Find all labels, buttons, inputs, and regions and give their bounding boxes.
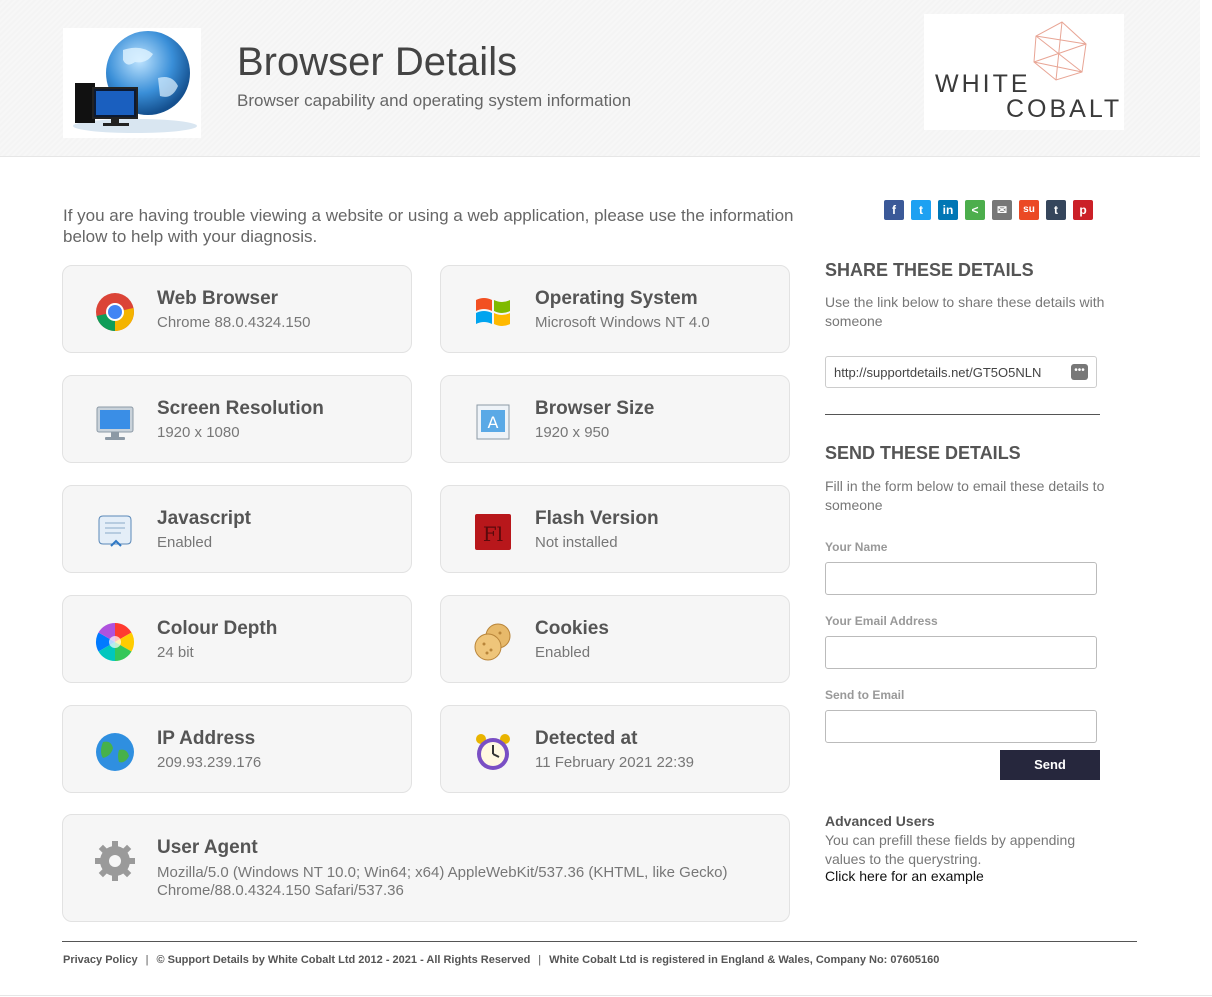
- cookie-icon: [474, 623, 511, 661]
- advanced-users-text: You can prefill these fields by appendin…: [825, 832, 1076, 867]
- share-icon[interactable]: <: [965, 200, 985, 220]
- card-value: Mozilla/5.0 (Windows NT 10.0; Win64; x64…: [157, 864, 728, 899]
- flash-icon: Fl: [475, 514, 511, 550]
- card-value: Not installed: [535, 534, 618, 551]
- pinterest-icon[interactable]: p: [1073, 200, 1093, 220]
- footer: Privacy Policy | © Support Details by Whit…: [63, 954, 939, 966]
- share-heading: SHARE THESE DETAILS: [825, 260, 1034, 280]
- card-value: Enabled: [535, 644, 591, 661]
- example-link[interactable]: Click here for an example: [825, 868, 984, 884]
- svg-text:A: A: [488, 413, 499, 432]
- footer-separator: |: [145, 954, 149, 966]
- card-title: Detected at: [535, 728, 638, 749]
- card-title: Browser Size: [535, 398, 655, 419]
- privacy-policy-link[interactable]: Privacy Policy: [63, 954, 138, 966]
- alarm-clock-icon: [476, 734, 510, 770]
- advanced-users-heading: Advanced Users: [825, 813, 935, 829]
- card-value: 209.93.239.176: [157, 754, 262, 771]
- more-options-icon[interactable]: •••: [1071, 364, 1088, 380]
- page-header: Browser Details Browser capability and o…: [0, 0, 1200, 157]
- sidebar-divider: [825, 414, 1100, 415]
- page-subtitle: Browser capability and operating system …: [237, 91, 632, 110]
- site-logo[interactable]: [63, 28, 201, 138]
- card-cookies: Cookies Enabled: [440, 595, 790, 683]
- email-icon[interactable]: ✉: [992, 200, 1012, 220]
- card-ip-address: IP Address 209.93.239.176: [62, 705, 412, 793]
- tumblr-icon[interactable]: t: [1046, 200, 1066, 220]
- send-button[interactable]: Send: [1000, 750, 1100, 780]
- company-registration-text: White Cobalt Ltd is registered in Englan…: [549, 954, 940, 966]
- card-value: 1920 x 1080: [157, 424, 240, 441]
- send-heading: SEND THESE DETAILS: [825, 443, 1021, 463]
- color-wheel-icon: [95, 622, 135, 662]
- card-title: Operating System: [535, 288, 698, 309]
- card-title: Flash Version: [535, 508, 659, 529]
- card-javascript: Javascript Enabled: [62, 485, 412, 573]
- card-title: Colour Depth: [157, 618, 278, 639]
- facebook-icon[interactable]: f: [884, 200, 904, 220]
- card-browser-size: A Browser Size 1920 x 950: [440, 375, 790, 463]
- card-value: 1920 x 950: [535, 424, 610, 441]
- send-to-email-label: Send to Email: [825, 688, 905, 702]
- brand-word-cobalt: COBALT: [1006, 95, 1123, 123]
- stumbleupon-icon[interactable]: su: [1019, 200, 1039, 220]
- card-title: User Agent: [157, 837, 258, 858]
- send-description: Fill in the form below to email these de…: [825, 478, 1105, 513]
- white-cobalt-logo[interactable]: WHITE COBALT: [924, 14, 1124, 130]
- card-detected-at: Detected at 11 February 2021 22:39: [440, 705, 790, 793]
- twitter-icon[interactable]: t: [911, 200, 931, 220]
- your-email-input[interactable]: [825, 636, 1097, 669]
- footer-separator: |: [538, 954, 542, 966]
- share-link-field[interactable]: http://supportdetails.net/GT5O5NLN •••: [825, 356, 1097, 388]
- card-title: Javascript: [157, 508, 252, 529]
- gear-icon: [95, 841, 135, 881]
- card-operating-system: Operating System Microsoft Windows NT 4.…: [440, 265, 790, 353]
- card-value: Microsoft Windows NT 4.0: [535, 314, 710, 331]
- card-web-browser: Web Browser Chrome 88.0.4324.150: [62, 265, 412, 353]
- card-value: Enabled: [157, 534, 213, 551]
- chrome-icon: [96, 293, 134, 331]
- send-to-email-input[interactable]: [825, 710, 1097, 743]
- your-name-input[interactable]: [825, 562, 1097, 595]
- monitor-icon: [96, 406, 134, 440]
- card-flash-version: Fl Flash Version Not installed: [440, 485, 790, 573]
- globe-computer-icon: [73, 31, 197, 133]
- your-name-label: Your Name: [825, 540, 888, 554]
- intro-text: If you are having trouble viewing a webs…: [63, 206, 794, 246]
- card-screen-resolution: Screen Resolution 1920 x 1080: [62, 375, 412, 463]
- card-title: Screen Resolution: [157, 398, 324, 419]
- your-email-label: Your Email Address: [825, 614, 938, 628]
- linkedin-icon[interactable]: in: [938, 200, 958, 220]
- card-value: 24 bit: [157, 644, 194, 661]
- globe-icon: [96, 733, 134, 771]
- svg-text:Fl: Fl: [483, 522, 503, 546]
- card-colour-depth: Colour Depth 24 bit: [62, 595, 412, 683]
- card-title: Cookies: [535, 618, 609, 639]
- page-title: Browser Details: [237, 40, 518, 84]
- card-title: Web Browser: [157, 288, 279, 309]
- share-description: Use the link below to share these detail…: [825, 294, 1105, 329]
- script-icon: [98, 515, 132, 547]
- card-value: 11 February 2021 22:39: [535, 754, 695, 771]
- browser-size-icon: A: [476, 404, 510, 440]
- card-user-agent: User Agent Mozilla/5.0 (Windows NT 10.0;…: [62, 814, 790, 922]
- card-title: IP Address: [157, 728, 256, 749]
- card-value: Chrome 88.0.4324.150: [157, 314, 311, 331]
- page-bottom-border: [0, 995, 1212, 996]
- copyright-text: © Support Details by White Cobalt Ltd 20…: [156, 954, 531, 966]
- share-link-value[interactable]: http://supportdetails.net/GT5O5NLN: [834, 365, 1041, 380]
- windows-icon: [476, 298, 510, 326]
- footer-divider: [62, 941, 1137, 942]
